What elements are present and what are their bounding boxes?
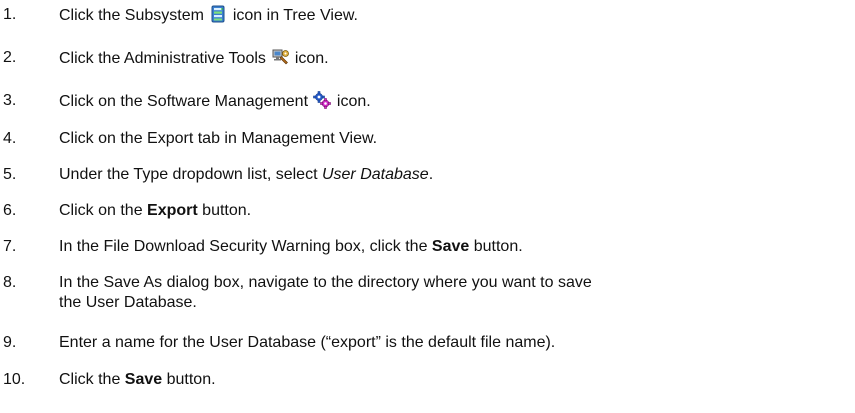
step-number: 1.: [3, 6, 17, 23]
step-text-bold: Save: [431, 238, 470, 255]
step-text: Under the Type dropdown list, select Use…: [59, 165, 849, 185]
step-text-after: icon.: [336, 93, 371, 110]
step-text-bold: Save: [124, 371, 163, 388]
step-text: Click the Administrative Tools icon.: [59, 48, 849, 69]
step-text: Enter a name for the User Database (“exp…: [59, 334, 556, 351]
step-text: Click on the Export tab in Management Vi…: [59, 130, 378, 147]
step-number: 6.: [3, 202, 17, 219]
step-text: In the Save As dialog box, navigate to t…: [59, 273, 849, 313]
step-text-before: In the File Download Security Warning bo…: [59, 238, 432, 255]
step-text: Click the Subsystem icon in Tree View.: [59, 5, 849, 26]
step-number: 2.: [3, 49, 17, 66]
step-text-after: button.: [162, 371, 216, 388]
step-text-before: Click on the: [59, 202, 148, 219]
step-text-after: button.: [469, 238, 523, 255]
step-text-after: icon.: [294, 50, 329, 67]
step-text-before: Click on the Software Management: [59, 93, 309, 110]
step-number: 8.: [3, 274, 17, 291]
step-text-before: Click the Administrative Tools: [59, 50, 266, 67]
step-text-after: button.: [197, 202, 252, 219]
step-text-line-2: the User Database.: [59, 294, 197, 311]
step-number: 3.: [3, 92, 17, 109]
administrative-tools-icon: [271, 48, 290, 66]
step-text-after: .: [428, 166, 434, 183]
step-text-bold: Export: [147, 202, 198, 219]
step-number: 4.: [3, 130, 17, 147]
step-text: Click the Save button.: [59, 370, 849, 390]
step-text-line-1: In the Save As dialog box, navigate to t…: [59, 274, 592, 291]
software-management-icon: [313, 91, 332, 109]
step-text-italic: User Database: [321, 166, 429, 183]
step-text-before: Under the Type dropdown list, select: [59, 166, 322, 183]
step-text-before: Click the: [59, 371, 125, 388]
step-number: 9.: [3, 334, 17, 351]
step-text-after: icon in Tree View.: [232, 7, 358, 24]
step-text: In the File Download Security Warning bo…: [59, 237, 849, 257]
step-text: Click on the Export button.: [59, 201, 849, 221]
step-number: 5.: [3, 166, 17, 183]
step-number: 7.: [3, 238, 17, 255]
document-page: 1. Click the Subsystem icon in Tree View…: [0, 0, 855, 413]
step-text: Click on the Software Management icon.: [59, 91, 849, 112]
step-number: 10.: [3, 371, 26, 388]
subsystem-icon: [209, 5, 227, 23]
step-text-before: Click the Subsystem: [59, 7, 204, 24]
